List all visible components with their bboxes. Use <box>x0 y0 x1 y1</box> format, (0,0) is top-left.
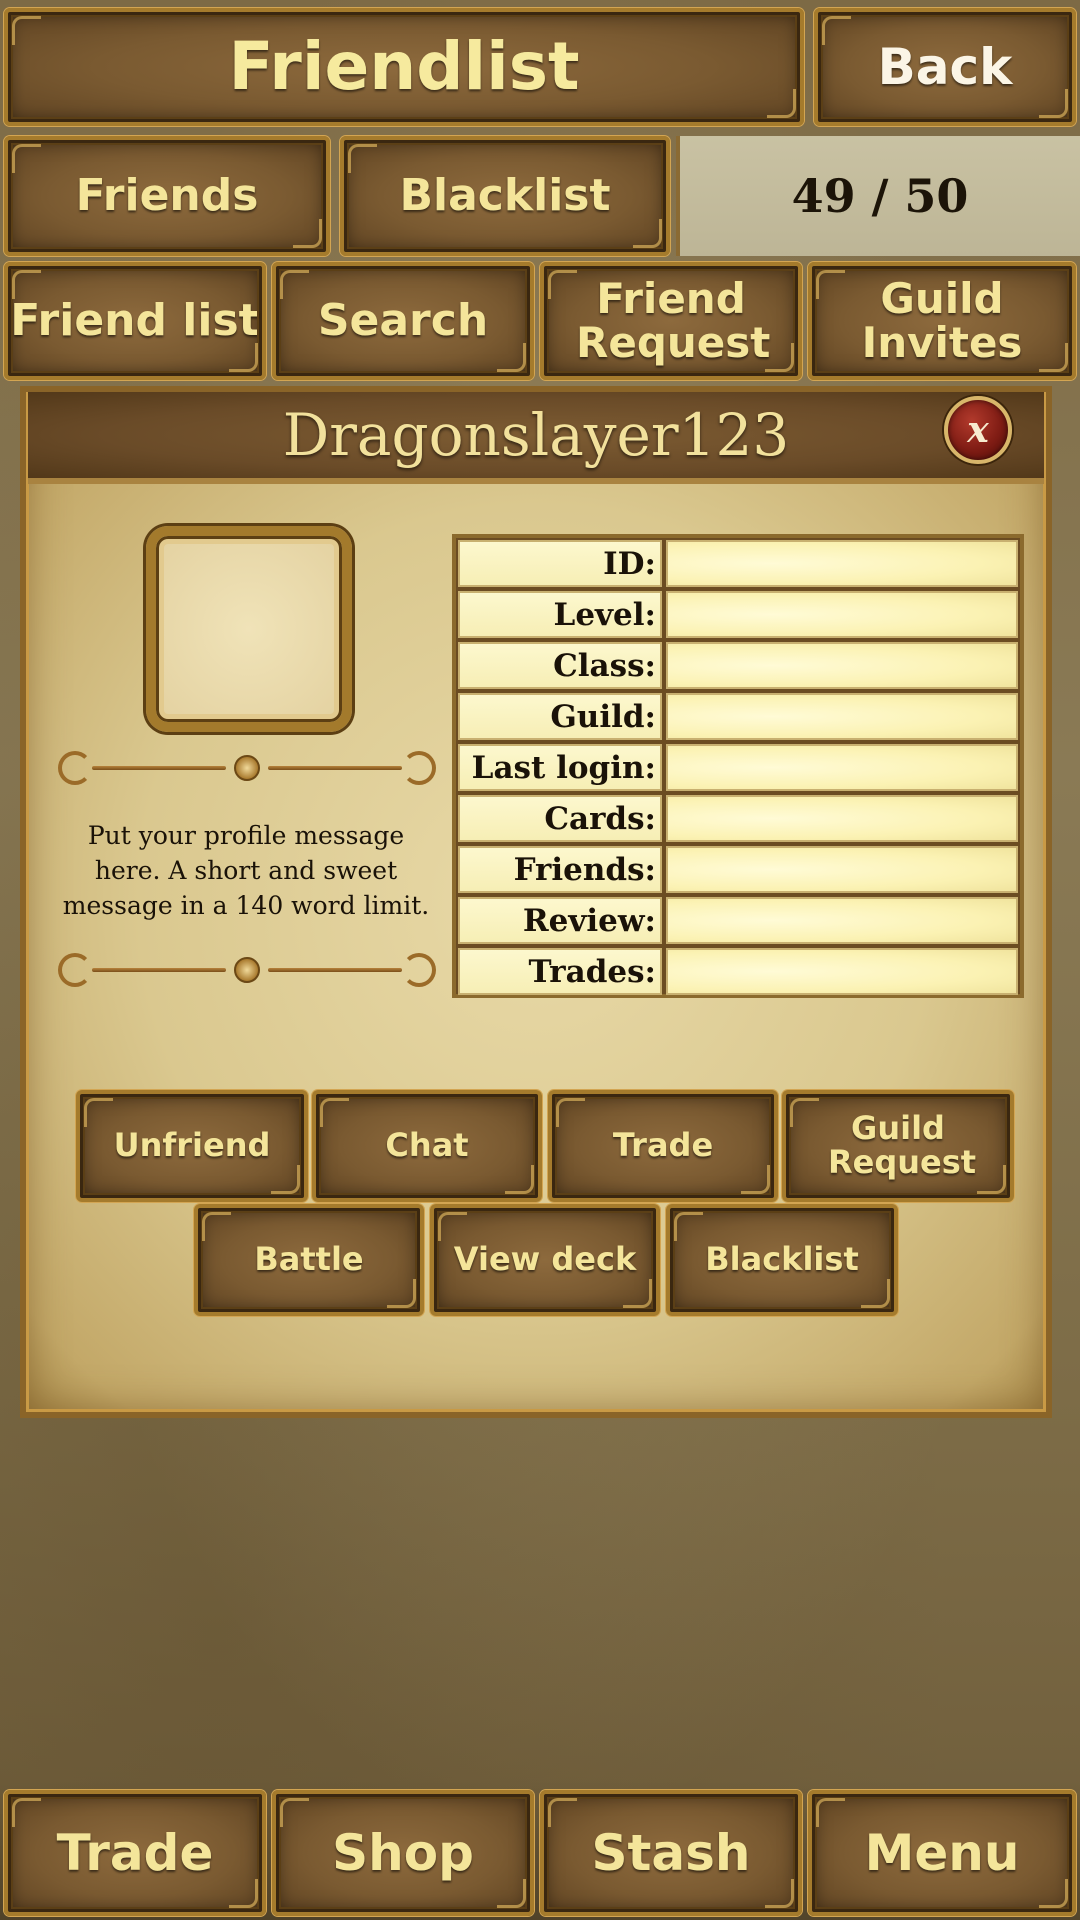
info-value <box>666 591 1018 638</box>
title-bar: Friendlist <box>4 8 804 126</box>
info-label: Review: <box>458 897 662 944</box>
info-label: Guild: <box>458 693 662 740</box>
profile-info-table: ID: Level: Class: Guild: Last login: Car… <box>452 534 1024 998</box>
info-row-last-login: Last login: <box>458 744 1018 791</box>
nav-stash-label: Stash <box>591 1823 751 1882</box>
view-deck-button[interactable]: View deck <box>430 1204 660 1316</box>
info-label: Friends: <box>458 846 662 893</box>
nav-stash[interactable]: Stash <box>540 1790 802 1916</box>
profile-header: Dragonslayer123 <box>28 392 1044 484</box>
view-deck-button-label: View deck <box>453 1240 637 1279</box>
info-row-review: Review: <box>458 897 1018 944</box>
subtab-search[interactable]: Search <box>272 262 534 380</box>
info-value <box>666 642 1018 689</box>
trade-button[interactable]: Trade <box>548 1090 778 1202</box>
ornament-curl-icon <box>58 953 92 987</box>
ornament-curl-icon <box>58 751 92 785</box>
profile-message: Put your profile message here. A short a… <box>56 818 436 923</box>
nav-trade-label: Trade <box>56 1823 214 1882</box>
blacklist-user-button[interactable]: Blacklist <box>666 1204 898 1316</box>
info-label: Class: <box>458 642 662 689</box>
battle-button[interactable]: Battle <box>194 1204 424 1316</box>
info-value <box>666 948 1018 995</box>
friend-count-value: 49 / 50 <box>791 169 969 223</box>
tab-friends-label: Friends <box>75 169 259 221</box>
guild-request-button[interactable]: Guild Request <box>782 1090 1014 1202</box>
profile-message-text: Put your profile message here. A short a… <box>62 821 430 920</box>
info-row-id: ID: <box>458 540 1018 587</box>
subtab-friend-request-label: Friend Request <box>576 273 771 367</box>
nav-shop-label: Shop <box>332 1823 474 1882</box>
info-value <box>666 795 1018 842</box>
back-button-label: Back <box>877 37 1013 96</box>
info-row-friends: Friends: <box>458 846 1018 893</box>
info-value <box>666 897 1018 944</box>
info-row-class: Class: <box>458 642 1018 689</box>
tab-blacklist[interactable]: Blacklist <box>340 136 670 256</box>
chat-button-label: Chat <box>385 1126 469 1165</box>
ornament-gem-icon <box>234 957 260 983</box>
subtab-guild-invites-label: Guild Invites <box>861 273 1023 367</box>
nav-trade[interactable]: Trade <box>4 1790 266 1916</box>
tab-blacklist-label: Blacklist <box>399 169 611 221</box>
info-value <box>666 540 1018 587</box>
avatar <box>146 526 352 732</box>
profile-username: Dragonslayer123 <box>282 401 790 469</box>
info-row-cards: Cards: <box>458 795 1018 842</box>
info-label: Level: <box>458 591 662 638</box>
ornament-divider-top <box>58 751 436 785</box>
info-label: ID: <box>458 540 662 587</box>
battle-button-label: Battle <box>254 1240 364 1279</box>
ornament-divider-bottom <box>58 953 436 987</box>
info-row-level: Level: <box>458 591 1018 638</box>
subtab-friend-list-label: Friend list <box>10 294 260 346</box>
info-label: Trades: <box>458 948 662 995</box>
subtab-friend-request[interactable]: Friend Request <box>540 262 802 380</box>
trade-button-label: Trade <box>612 1126 714 1165</box>
close-icon[interactable]: x <box>944 396 1012 464</box>
info-value <box>666 744 1018 791</box>
subtab-friend-list[interactable]: Friend list <box>4 262 266 380</box>
tab-friends[interactable]: Friends <box>4 136 330 256</box>
ornament-curl-icon <box>402 953 436 987</box>
info-label: Last login: <box>458 744 662 791</box>
info-row-guild: Guild: <box>458 693 1018 740</box>
ornament-gem-icon <box>234 755 260 781</box>
page-title: Friendlist <box>228 28 580 106</box>
back-button[interactable]: Back <box>814 8 1076 126</box>
close-label: x <box>967 409 989 451</box>
unfriend-button[interactable]: Unfriend <box>76 1090 308 1202</box>
subtab-search-label: Search <box>317 294 489 346</box>
info-value <box>666 693 1018 740</box>
info-value <box>666 846 1018 893</box>
info-row-trades: Trades: <box>458 948 1018 995</box>
guild-request-button-label: Guild Request <box>828 1109 977 1181</box>
nav-menu[interactable]: Menu <box>808 1790 1076 1916</box>
subtab-guild-invites[interactable]: Guild Invites <box>808 262 1076 380</box>
friend-count: 49 / 50 <box>676 136 1080 256</box>
nav-menu-label: Menu <box>864 1823 1020 1882</box>
nav-shop[interactable]: Shop <box>272 1790 534 1916</box>
blacklist-user-button-label: Blacklist <box>705 1240 859 1279</box>
info-label: Cards: <box>458 795 662 842</box>
ornament-curl-icon <box>402 751 436 785</box>
unfriend-button-label: Unfriend <box>113 1126 271 1165</box>
chat-button[interactable]: Chat <box>312 1090 542 1202</box>
